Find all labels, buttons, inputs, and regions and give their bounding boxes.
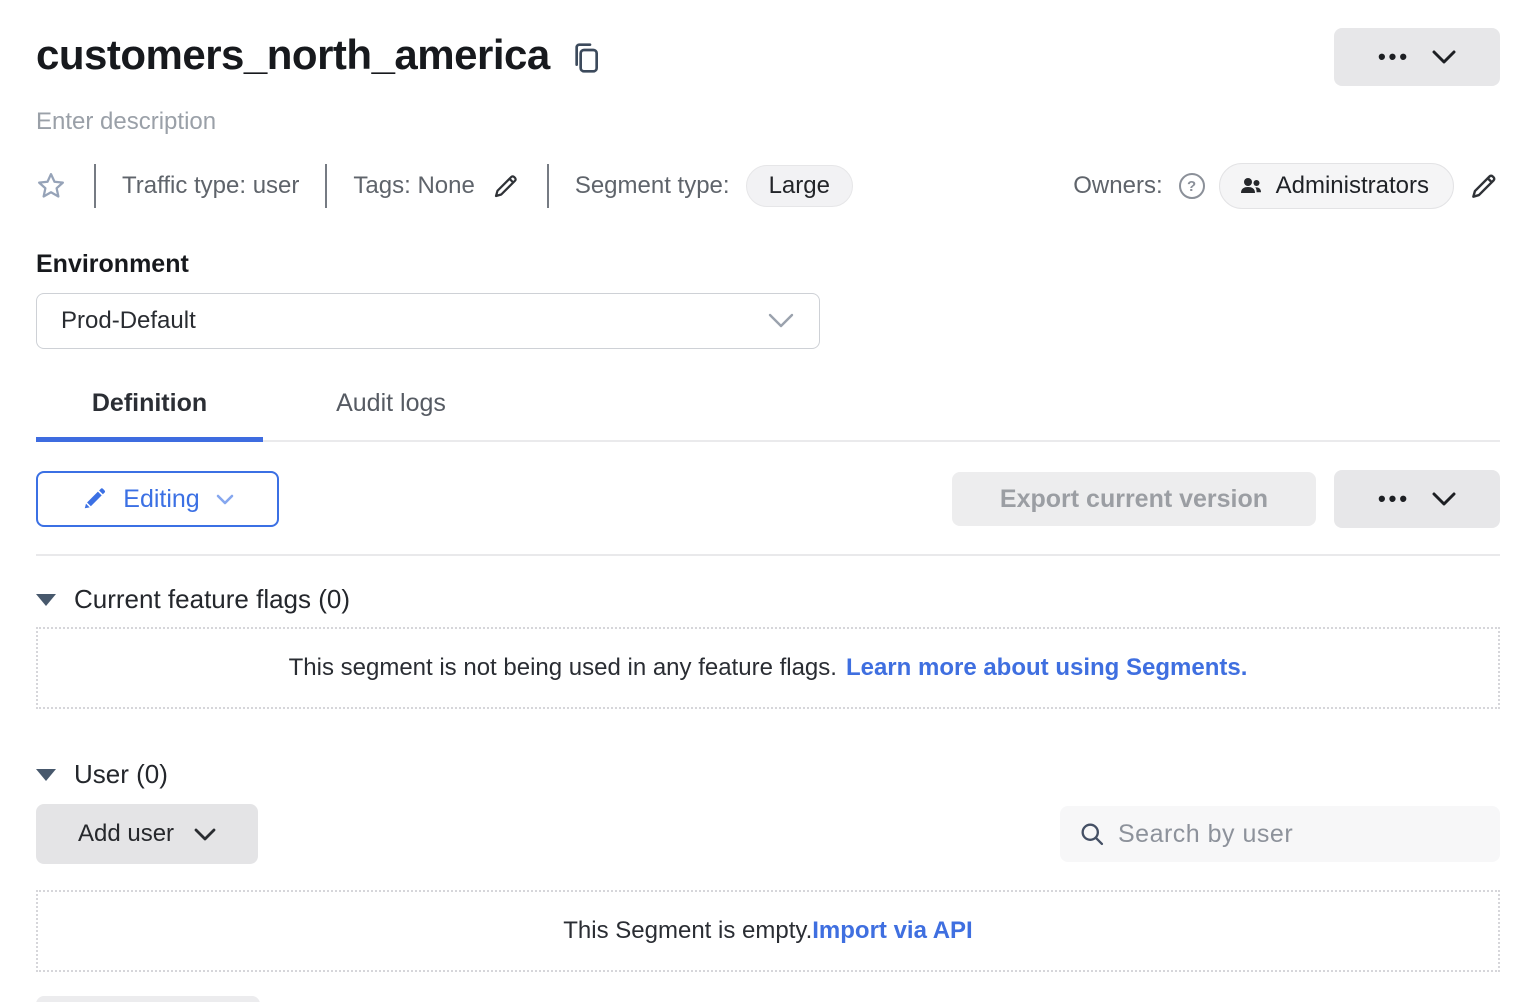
segment-type-badge: Large	[746, 165, 853, 207]
tags-label: Tags: None	[353, 172, 474, 200]
more-options-icon: •••	[1378, 488, 1410, 510]
toolbar-right-group: Export current version •••	[952, 470, 1500, 528]
definition-toolbar: Editing Export current version •••	[36, 470, 1500, 528]
segment-empty-state: This Segment is empty. Import via API	[36, 890, 1500, 972]
chevron-down-icon	[1432, 50, 1456, 64]
import-via-api-link[interactable]: Import via API	[812, 917, 972, 945]
partial-button-cutoff	[36, 996, 260, 1002]
people-icon	[1238, 174, 1264, 198]
feature-flags-empty-state: This segment is not being used in any fe…	[36, 627, 1500, 709]
feature-flags-heading: Current feature flags (0)	[74, 584, 350, 615]
chevron-down-icon	[1432, 492, 1456, 506]
title-row: customers_north_america •••	[36, 0, 1500, 86]
segment-type-label: Segment type:	[575, 172, 730, 200]
environment-selected-value: Prod-Default	[61, 307, 196, 335]
more-options-icon: •••	[1378, 46, 1410, 68]
tags-meta: Tags: None	[327, 171, 546, 201]
tab-bar: Definition Audit logs	[36, 389, 1500, 442]
environment-label: Environment	[36, 250, 1500, 279]
add-user-button[interactable]: Add user	[36, 804, 258, 864]
segment-empty-text: This Segment is empty.	[563, 917, 812, 945]
environment-select[interactable]: Prod-Default	[36, 293, 820, 349]
description-field[interactable]: Enter description	[36, 108, 1500, 136]
feature-flags-section-header[interactable]: Current feature flags (0)	[36, 584, 1500, 615]
meta-row: Traffic type: user Tags: None Segment ty…	[36, 164, 1500, 208]
favorite-star-button[interactable]	[36, 171, 66, 201]
user-controls-row: Add user	[36, 804, 1500, 864]
owners-group: Owners: ? Administrators	[1073, 163, 1500, 209]
chevron-down-icon	[216, 494, 234, 505]
chevron-down-icon	[194, 828, 216, 841]
owners-help-icon[interactable]: ?	[1179, 173, 1205, 199]
learn-more-link[interactable]: Learn more about using Segments.	[846, 654, 1247, 682]
user-section-heading: User (0)	[74, 759, 168, 790]
traffic-type-label: Traffic type: user	[122, 172, 299, 200]
tab-audit-logs[interactable]: Audit logs	[263, 389, 519, 440]
search-by-user-input[interactable]	[1118, 820, 1482, 849]
user-section-header[interactable]: User (0)	[36, 759, 1500, 790]
search-icon	[1078, 820, 1106, 848]
title-wrap: customers_north_america	[36, 28, 602, 82]
collapse-triangle-icon	[36, 769, 56, 781]
header-more-menu-button[interactable]: •••	[1334, 28, 1500, 86]
segment-detail-page: customers_north_america ••• Enter descri…	[0, 0, 1536, 1002]
edit-owners-button[interactable]	[1468, 170, 1500, 202]
owners-value: Administrators	[1276, 172, 1429, 200]
owners-label: Owners:	[1073, 172, 1162, 200]
add-user-label: Add user	[78, 820, 174, 848]
pencil-icon	[491, 171, 521, 201]
editing-mode-button[interactable]: Editing	[36, 471, 279, 527]
pencil-icon	[81, 486, 107, 512]
tab-definition[interactable]: Definition	[36, 389, 263, 440]
page-title: customers_north_america	[36, 28, 550, 82]
editing-label: Editing	[123, 485, 199, 514]
export-current-version-button[interactable]: Export current version	[952, 472, 1316, 526]
star-icon	[36, 171, 66, 201]
pencil-icon	[1468, 170, 1500, 202]
search-by-user-box	[1060, 806, 1500, 862]
owners-badge[interactable]: Administrators	[1219, 163, 1454, 209]
collapse-triangle-icon	[36, 594, 56, 606]
segment-type-meta: Segment type: Large	[549, 165, 879, 207]
copy-icon	[570, 40, 602, 76]
traffic-type-meta: Traffic type: user	[96, 172, 325, 200]
edit-tags-button[interactable]	[491, 171, 521, 201]
toolbar-more-menu-button[interactable]: •••	[1334, 470, 1500, 528]
copy-title-button[interactable]	[570, 40, 602, 76]
divider	[36, 554, 1500, 556]
chevron-down-icon	[767, 313, 795, 329]
feature-flags-empty-text: This segment is not being used in any fe…	[289, 654, 837, 682]
